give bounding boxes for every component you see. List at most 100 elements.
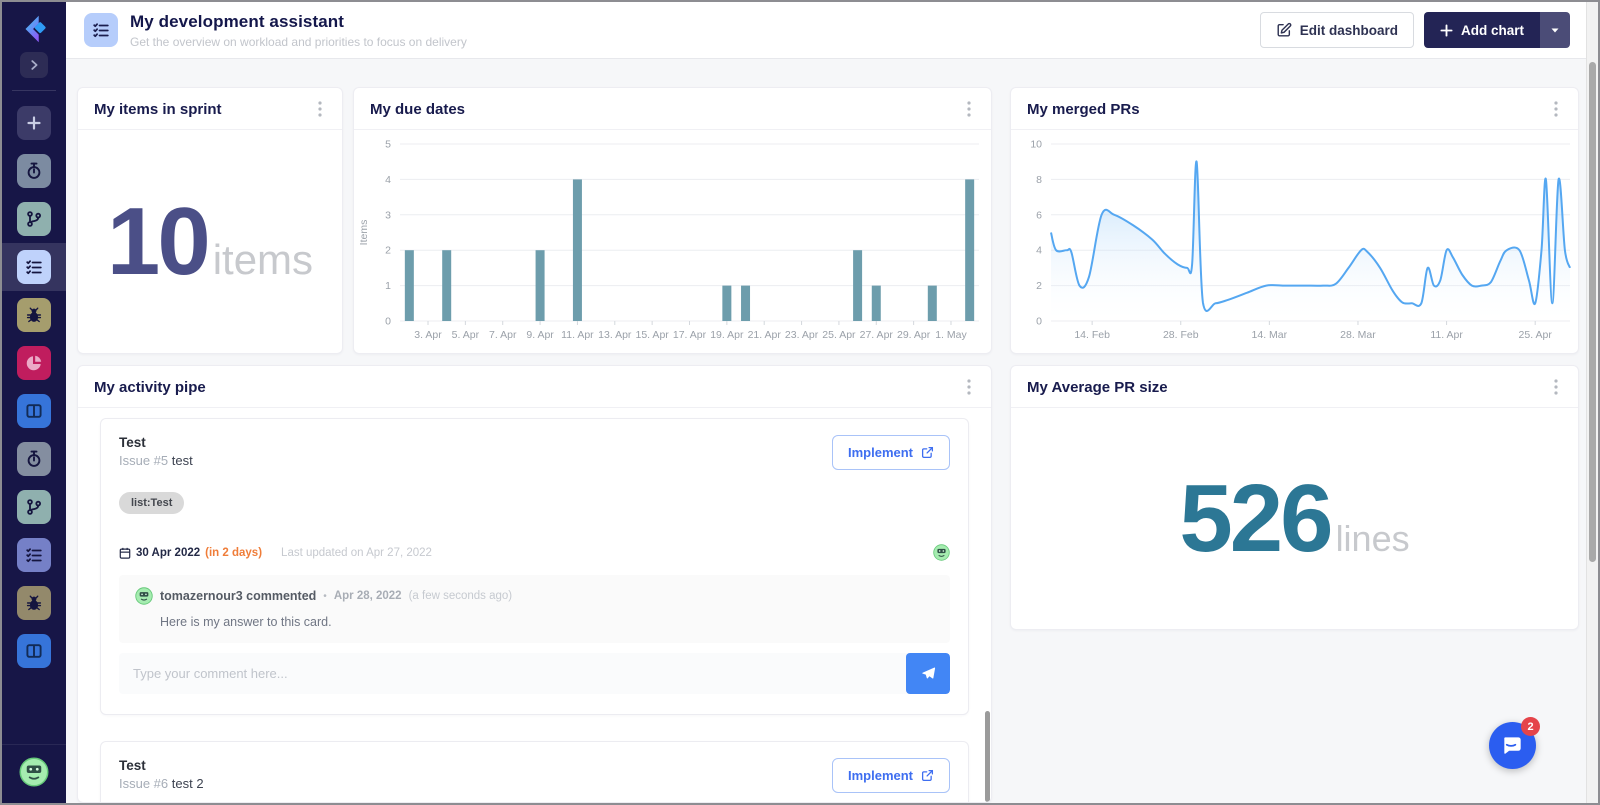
due-date: 30 Apr 2022 xyxy=(136,547,200,559)
page-subtitle: Get the overview on workload and priorit… xyxy=(130,35,467,49)
kebab-menu-icon[interactable] xyxy=(963,377,975,397)
card-title: My due dates xyxy=(370,101,465,118)
last-updated: Last updated on Apr 27, 2022 xyxy=(281,547,432,559)
sidebar-item-timer-2[interactable] xyxy=(2,435,66,483)
sidebar-item-bugs-1[interactable] xyxy=(2,291,66,339)
merged-prs-area-chart: 024681014. Feb28. Feb14. Mar28. Mar11. A… xyxy=(1011,130,1578,355)
checklist-icon xyxy=(17,538,51,572)
sidebar-item-git-2[interactable] xyxy=(2,483,66,531)
add-chart-button[interactable]: Add chart xyxy=(1424,12,1540,48)
send-comment-button[interactable] xyxy=(906,653,950,694)
comment-thread: tomazernour3 commented • Apr 28, 2022 (a… xyxy=(119,575,950,643)
comment-input[interactable] xyxy=(119,653,906,694)
board-icon xyxy=(17,394,51,428)
card-title: My activity pipe xyxy=(94,379,206,396)
svg-text:7. Apr: 7. Apr xyxy=(489,329,517,341)
chat-bubble-icon xyxy=(1500,733,1525,758)
svg-text:10: 10 xyxy=(1030,139,1042,151)
metric-unit: lines xyxy=(1336,518,1410,560)
page-scrollbar-thumb[interactable] xyxy=(1589,62,1596,562)
comment-date: Apr 28, 2022 xyxy=(334,590,402,602)
issue-ref: Issue #6 xyxy=(119,776,168,791)
sidebar-item-board-1[interactable] xyxy=(2,387,66,435)
sidebar-item-tasks-2[interactable] xyxy=(2,531,66,579)
commenter-avatar-icon xyxy=(135,587,153,605)
comment-ago: (a few seconds ago) xyxy=(409,590,513,602)
comment-action: commented xyxy=(246,589,316,603)
app-logo-icon[interactable] xyxy=(17,12,51,46)
bot-avatar-icon[interactable] xyxy=(19,757,49,787)
svg-text:2: 2 xyxy=(1036,280,1042,292)
card-due-dates: My due dates 0123453. Apr5. Apr7. Apr9. … xyxy=(353,87,992,354)
svg-text:6: 6 xyxy=(1036,209,1042,221)
svg-text:17. Apr: 17. Apr xyxy=(673,329,707,341)
due-note: (in 2 days) xyxy=(205,547,262,559)
pie-chart-icon xyxy=(17,346,51,380)
svg-text:27. Apr: 27. Apr xyxy=(860,329,894,341)
sidebar xyxy=(2,2,66,803)
svg-text:25. Apr: 25. Apr xyxy=(822,329,856,341)
add-chart-caret-button[interactable] xyxy=(1540,12,1570,48)
svg-text:5. Apr: 5. Apr xyxy=(452,329,480,341)
calendar-icon xyxy=(119,547,131,559)
external-link-icon xyxy=(921,769,934,782)
svg-text:3. Apr: 3. Apr xyxy=(414,329,442,341)
activity-scrollbar-thumb[interactable] xyxy=(985,711,990,802)
svg-text:13. Apr: 13. Apr xyxy=(598,329,632,341)
edit-dashboard-button[interactable]: Edit dashboard xyxy=(1260,12,1414,48)
card-title: My items in sprint xyxy=(94,101,222,118)
chat-launcher-button[interactable]: 2 xyxy=(1489,722,1536,769)
card-title: My merged PRs xyxy=(1027,101,1140,118)
svg-text:2: 2 xyxy=(385,245,391,257)
svg-text:25. Apr: 25. Apr xyxy=(1519,329,1553,341)
git-branch-icon xyxy=(17,202,51,236)
sidebar-divider xyxy=(12,90,56,91)
app-window: My development assistant Get the overvie… xyxy=(0,0,1600,805)
kebab-menu-icon[interactable] xyxy=(1550,377,1562,397)
kebab-menu-icon[interactable] xyxy=(314,99,326,119)
git-branch-icon xyxy=(17,490,51,524)
issue-text: test xyxy=(172,453,193,468)
svg-text:11. Apr: 11. Apr xyxy=(1430,329,1463,341)
sidebar-item-add[interactable] xyxy=(2,99,66,147)
svg-text:15. Apr: 15. Apr xyxy=(636,329,670,341)
sidebar-item-timer-1[interactable] xyxy=(2,147,66,195)
sidebar-expand-button[interactable] xyxy=(20,52,48,78)
svg-text:4: 4 xyxy=(1036,245,1042,257)
sidebar-item-board-2[interactable] xyxy=(2,627,66,675)
issue-ref: Issue #5 xyxy=(119,453,168,468)
sidebar-item-tasks-1[interactable] xyxy=(2,243,66,291)
svg-text:19. Apr: 19. Apr xyxy=(710,329,744,341)
add-chart-label: Add chart xyxy=(1461,23,1524,38)
bug-icon xyxy=(17,586,51,620)
label-tag[interactable]: list:Test xyxy=(119,492,184,514)
caret-down-icon xyxy=(1549,24,1561,36)
svg-text:0: 0 xyxy=(385,316,391,328)
page-scrollbar[interactable] xyxy=(1586,2,1598,803)
sidebar-item-pie[interactable] xyxy=(2,339,66,387)
svg-text:21. Apr: 21. Apr xyxy=(748,329,782,341)
chat-unread-badge: 2 xyxy=(1521,717,1540,736)
kebab-menu-icon[interactable] xyxy=(963,99,975,119)
stopwatch-icon xyxy=(17,442,51,476)
sidebar-item-git-1[interactable] xyxy=(2,195,66,243)
svg-text:29. Apr: 29. Apr xyxy=(897,329,931,341)
svg-text:23. Apr: 23. Apr xyxy=(785,329,819,341)
card-merged-prs: My merged PRs 024681014. Feb28. Feb14. M… xyxy=(1010,87,1579,354)
bug-icon xyxy=(17,298,51,332)
implement-button[interactable]: Implement xyxy=(832,435,950,470)
dashboard-grid: My items in sprint 10 items xyxy=(66,59,1586,803)
svg-text:8: 8 xyxy=(1036,174,1042,186)
implement-button[interactable]: Implement xyxy=(832,758,950,793)
checklist-icon xyxy=(17,250,51,284)
dot-separator: • xyxy=(323,591,327,602)
due-dates-bar-chart: 0123453. Apr5. Apr7. Apr9. Apr11. Apr13.… xyxy=(354,130,991,355)
kebab-menu-icon[interactable] xyxy=(1550,99,1562,119)
card-activity-pipe: My activity pipe Test xyxy=(77,365,992,803)
sidebar-item-bugs-2[interactable] xyxy=(2,579,66,627)
sidebar-footer xyxy=(2,744,66,803)
sprint-items-metric: 10 items xyxy=(107,194,313,290)
metric-value: 10 xyxy=(107,194,208,290)
card-items-in-sprint: My items in sprint 10 items xyxy=(77,87,343,354)
svg-text:5: 5 xyxy=(385,139,391,151)
